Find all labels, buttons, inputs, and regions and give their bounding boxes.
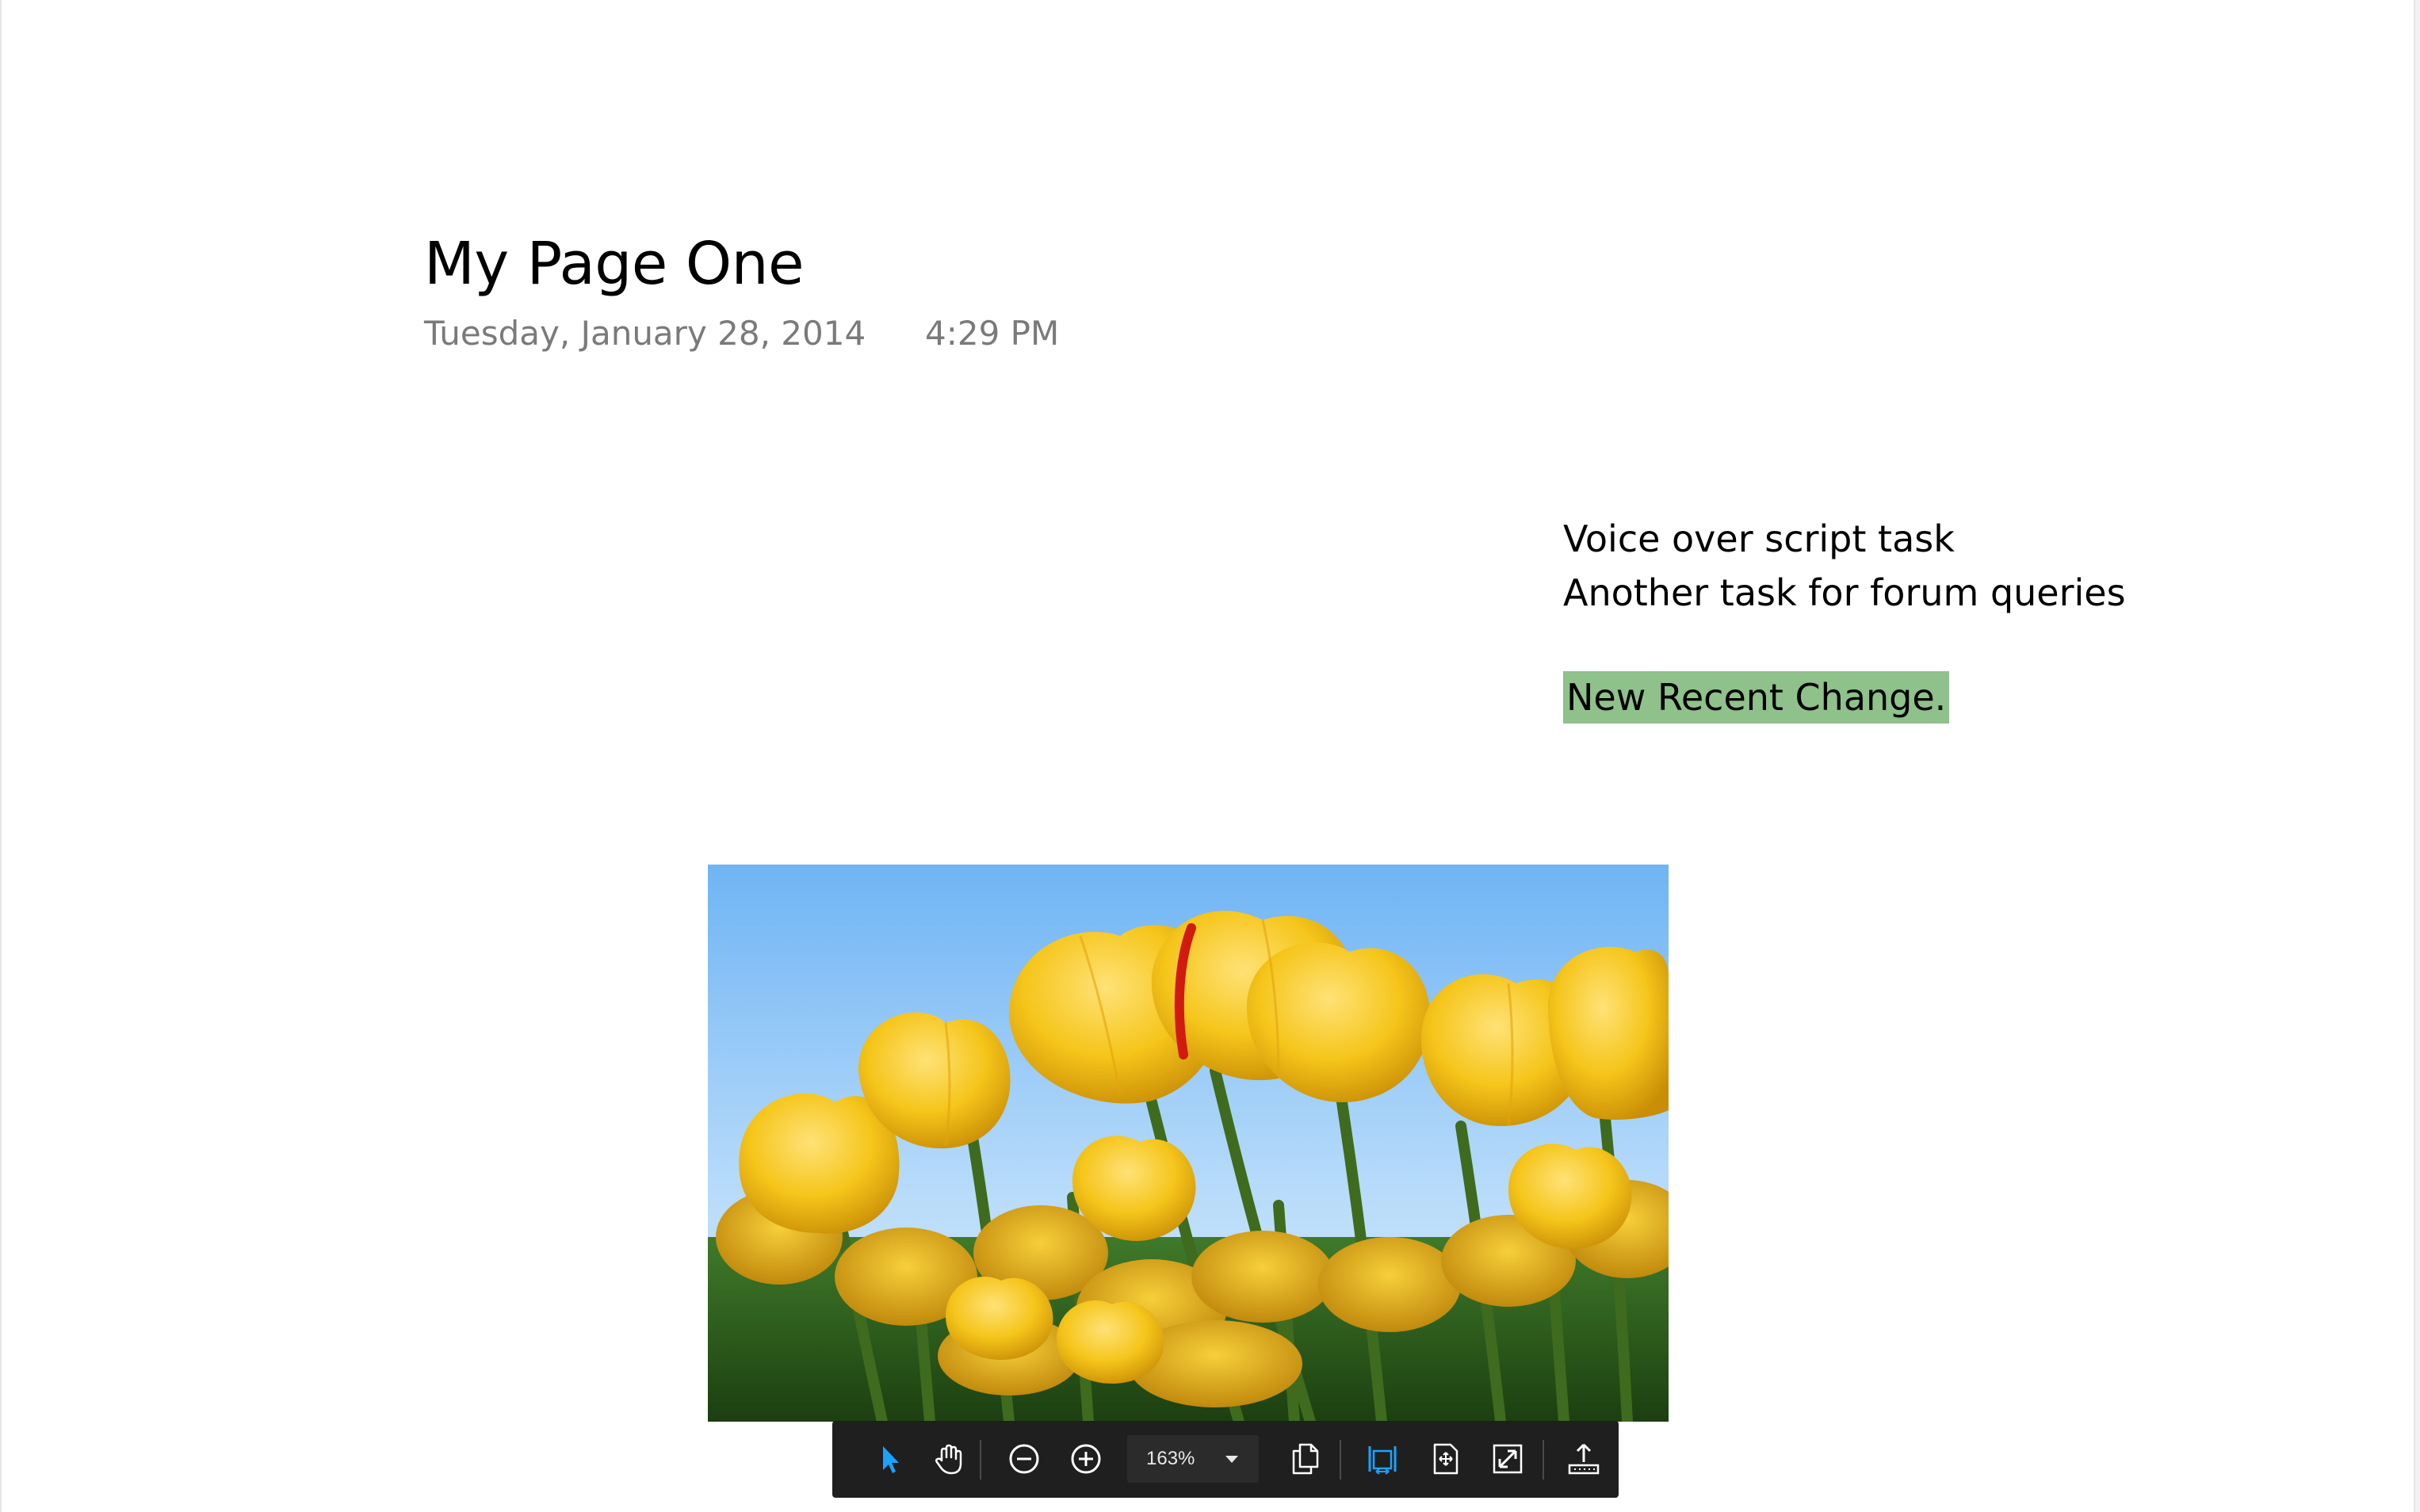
zoom-level-dropdown[interactable]: 163% (1127, 1435, 1259, 1483)
note-container[interactable]: Voice over script task Another task for … (1563, 512, 2126, 724)
page-left-border (0, 0, 2, 1512)
toolbar-separator (1340, 1440, 1341, 1480)
page-title[interactable]: My Page One (424, 230, 805, 298)
fullscreen-button[interactable] (1481, 1432, 1535, 1486)
page-scrollbar[interactable] (2414, 0, 2420, 1512)
zoom-in-button[interactable] (1059, 1432, 1113, 1486)
select-arrow-icon (883, 1446, 899, 1473)
fit-page-button[interactable] (1419, 1432, 1473, 1486)
page-time: 4:29 PM (925, 314, 1060, 353)
fit-width-icon (1368, 1446, 1397, 1475)
fullscreen-icon (1493, 1444, 1523, 1474)
note-blank-line (1563, 620, 2126, 670)
fit-width-button[interactable] (1355, 1432, 1409, 1486)
zoom-level-value: 163% (1146, 1448, 1195, 1469)
tulips-picture[interactable] (708, 865, 1669, 1422)
toolbar-separator (980, 1440, 981, 1480)
onenote-page-canvas: My Page One Tuesday, January 28, 2014 4:… (0, 0, 2420, 1512)
zoom-out-icon (1009, 1444, 1039, 1474)
export-button[interactable] (1557, 1432, 1611, 1486)
hand-pan-icon (935, 1444, 962, 1475)
fit-page-icon (1433, 1443, 1458, 1475)
page-date: Tuesday, January 28, 2014 (424, 314, 866, 353)
zoom-dropdown-chevron-icon (1225, 1455, 1238, 1463)
viewer-toolbar: 163% (832, 1421, 1619, 1498)
copy-pages-icon (1292, 1443, 1319, 1475)
note-line[interactable]: Voice over script task (1563, 512, 2126, 566)
zoom-in-icon (1071, 1444, 1101, 1474)
tulips-image (708, 865, 1669, 1422)
export-icon (1568, 1443, 1600, 1475)
note-line[interactable]: Another task for forum queries (1563, 566, 2126, 620)
toolbar-separator (1543, 1440, 1544, 1480)
pan-tool-button[interactable] (923, 1432, 977, 1486)
zoom-out-button[interactable] (997, 1432, 1051, 1486)
copy-pages-button[interactable] (1278, 1432, 1332, 1486)
select-tool-button[interactable] (862, 1432, 916, 1486)
highlighted-note-line[interactable]: New Recent Change. (1563, 671, 1950, 724)
